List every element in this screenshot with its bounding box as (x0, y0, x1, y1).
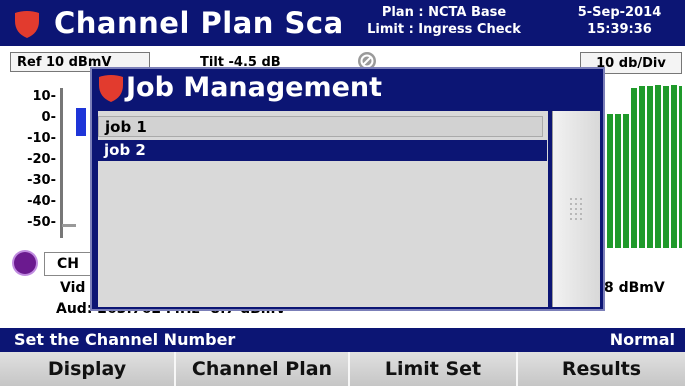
shield-logo-icon (15, 11, 39, 38)
y-axis-label: -30- (27, 173, 56, 188)
y-axis-label: -40- (27, 194, 56, 209)
scroll-grip-icon[interactable] (569, 197, 583, 225)
y-axis-line (60, 88, 63, 238)
shield-logo-icon (99, 75, 123, 102)
job-list-item-selected[interactable]: job 2 (98, 140, 547, 161)
status-mode: Normal (609, 330, 675, 349)
y-axis-label: -20- (27, 152, 56, 167)
status-bar: Set the Channel Number Normal (0, 328, 685, 352)
job-list: job 1 job 2 (98, 111, 548, 307)
dialog-title: Job Management (126, 72, 383, 103)
job-list-item[interactable]: job 1 (98, 116, 543, 137)
page-title: Channel Plan Sca (54, 6, 344, 40)
plan-info: Plan : NCTA Base Limit : Ingress Check (344, 4, 544, 38)
time-label: 15:39:36 (587, 22, 652, 37)
noise-floor-trace (62, 224, 76, 227)
job-management-dialog: Job Management job 1 job 2 (90, 67, 605, 311)
spectrum-bar (76, 108, 86, 136)
channel-plan-button[interactable]: Channel Plan (176, 352, 350, 386)
display-button[interactable]: Display (0, 352, 176, 386)
y-axis-label: -50- (27, 215, 56, 230)
y-axis-label: -10- (27, 131, 56, 146)
video-label: Vid (60, 280, 86, 296)
spectrum-bars (607, 85, 682, 248)
y-axis-label: 0- (41, 110, 56, 125)
list-scrollbar[interactable] (552, 111, 600, 307)
softkey-bar: Display Channel Plan Limit Set Results (0, 352, 685, 386)
datetime: 5-Sep-2014 15:39:36 (557, 4, 682, 38)
limit-set-button[interactable]: Limit Set (350, 352, 518, 386)
plan-label: Plan : NCTA Base (381, 5, 507, 20)
level-readout: 8 dBmV (604, 280, 665, 296)
status-message: Set the Channel Number (14, 330, 236, 349)
limit-label: Limit : Ingress Check (367, 22, 521, 37)
date-label: 5-Sep-2014 (577, 5, 662, 20)
marker-button[interactable] (14, 252, 36, 274)
results-button[interactable]: Results (518, 352, 685, 386)
title-bar: Channel Plan Sca Plan : NCTA Base Limit … (0, 0, 685, 46)
y-axis-label: 10- (32, 89, 57, 104)
